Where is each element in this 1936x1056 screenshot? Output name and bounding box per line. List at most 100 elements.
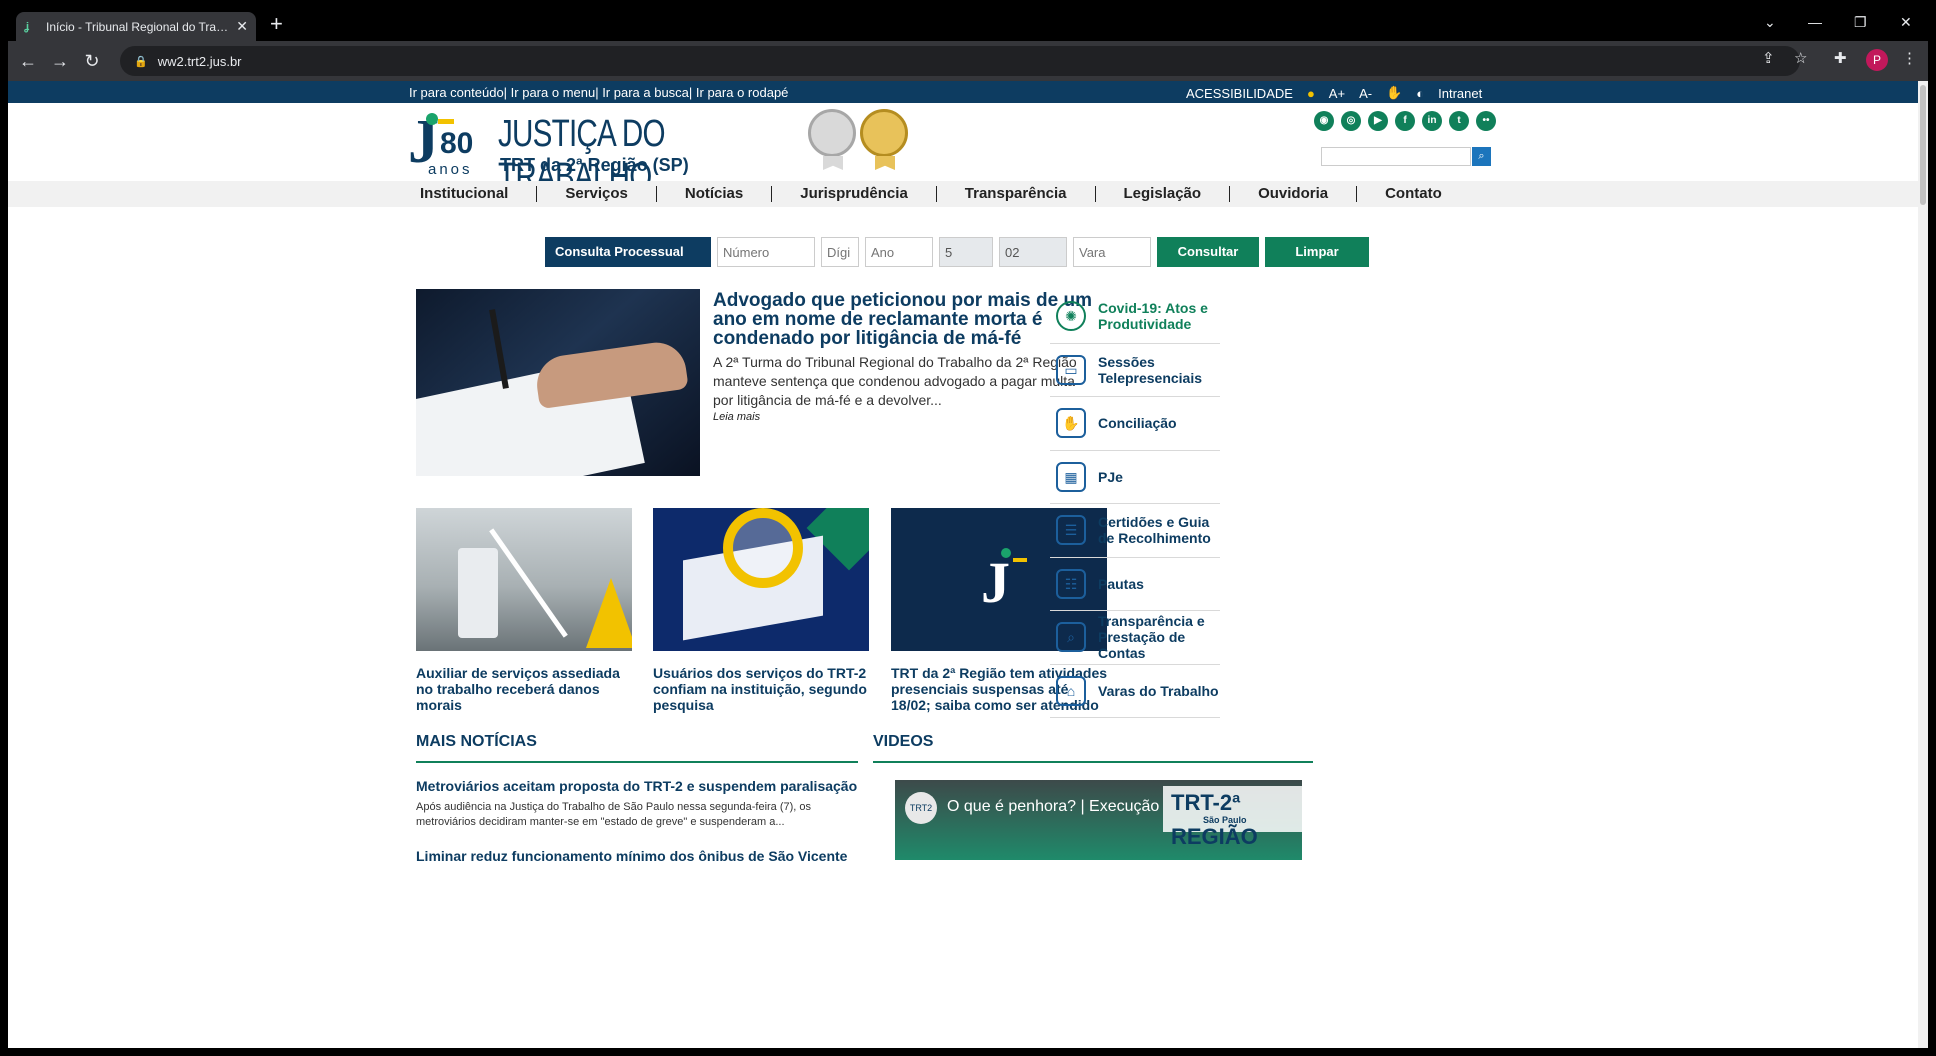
url-text: ww2.trt2.jus.br (157, 53, 242, 69)
nav-item-legislacao[interactable]: Legislação (1094, 186, 1230, 202)
virus-icon: ✺ (1056, 301, 1086, 332)
news-card[interactable]: Usuários dos serviços do TRT-2 confiam n… (653, 508, 869, 713)
lock-icon: 🔒 (134, 55, 148, 68)
tab-search-icon[interactable]: ⌄ (1764, 14, 1776, 31)
nav-item-transparencia[interactable]: Transparência (935, 186, 1095, 202)
sign-language-icon[interactable]: ✋ (1386, 85, 1402, 101)
news-list-summary: Após audiência na Justiça do Trabalho de… (416, 801, 812, 828)
site-favicon-icon: ʝ (24, 20, 30, 33)
building-icon: ⌂ (1056, 675, 1086, 706)
extensions-icon[interactable]: ✚ (1834, 49, 1847, 67)
font-decrease-button[interactable]: A- (1359, 86, 1372, 101)
close-window-button[interactable]: ✕ (1900, 14, 1912, 31)
process-search-form: Consulta Processual Consultar Limpar (545, 237, 1369, 267)
quick-link-pautas[interactable]: ☷ Pautas (1050, 558, 1220, 611)
logo-anos: anos (428, 161, 473, 178)
tab-title: Início - Tribunal Regional do Trabalho (46, 19, 229, 34)
consultar-button[interactable]: Consultar (1157, 237, 1259, 267)
info-icon[interactable]: ● (1307, 86, 1315, 101)
contrast-icon[interactable]: ◐ (1416, 86, 1424, 101)
videos-heading: VIDEOS (873, 733, 1313, 763)
skip-links[interactable]: Ir para conteúdo| Ir para o menu| Ir par… (409, 85, 788, 100)
numero-field[interactable] (717, 237, 815, 267)
nav-item-contato[interactable]: Contato (1356, 186, 1470, 202)
menu-kebab-icon[interactable]: ⋮ (1902, 49, 1917, 67)
profile-avatar[interactable]: P (1866, 49, 1888, 71)
video-brand: TRT-2ª REGIÃO São Paulo (1163, 786, 1302, 849)
nav-item-jurisprudencia[interactable]: Jurisprudência (771, 186, 936, 202)
browser-tab[interactable]: ʝ Início - Tribunal Regional do Trabalho… (16, 12, 256, 41)
news-card[interactable]: Auxiliar de serviços assediada no trabal… (416, 508, 632, 713)
scrollbar[interactable] (1918, 81, 1928, 1048)
video-title[interactable]: O que é penhora? | Execução (947, 798, 1159, 816)
flickr-icon[interactable]: •• (1476, 111, 1496, 131)
main-navigation: Institucional Serviços Notícias Jurispru… (8, 181, 1918, 207)
justica-field (939, 237, 993, 267)
main-news-image[interactable] (416, 289, 700, 476)
news-card-image[interactable] (653, 508, 869, 651)
font-increase-button[interactable]: A+ (1329, 86, 1345, 101)
search-icon[interactable]: ⌕ (1472, 147, 1491, 166)
rss-icon[interactable]: ◉ (1314, 111, 1334, 131)
intranet-link[interactable]: Intranet (1438, 86, 1482, 101)
main-news-headline[interactable]: Advogado que peticionou por mais de um a… (713, 291, 1103, 348)
quick-link-certidoes[interactable]: ☰ Certidões e Guia de Recolhimento (1050, 504, 1220, 558)
process-search-label: Consulta Processual (545, 237, 711, 267)
logo-dot (426, 113, 438, 125)
reload-icon[interactable]: ↻ (76, 51, 108, 72)
quick-link-sessoes[interactable]: ▭ Sessões Telepresenciais (1050, 344, 1220, 397)
video-player[interactable]: TRT2 O que é penhora? | Execução TRT-2ª … (895, 780, 1302, 860)
close-tab-icon[interactable]: ✕ (236, 18, 248, 35)
youtube-icon[interactable]: ▶ (1368, 111, 1388, 131)
quick-links: ✺ Covid-19: Atos e Produtividade ▭ Sessões… (1050, 290, 1220, 718)
search-input[interactable] (1321, 147, 1471, 166)
news-card-image[interactable] (416, 508, 632, 651)
digito-field[interactable] (821, 237, 859, 267)
monitor-search-icon: ⌕ (1056, 622, 1086, 653)
nav-item-noticias[interactable]: Notícias (655, 186, 771, 202)
quick-link-varas[interactable]: ⌂ Varas do Trabalho (1050, 665, 1220, 718)
quick-link-covid[interactable]: ✺ Covid-19: Atos e Produtividade (1050, 290, 1220, 344)
logo-bar (438, 119, 454, 124)
nav-item-servicos[interactable]: Serviços (536, 186, 656, 202)
site-logo[interactable]: J 80 anos JUSTIÇA DO TRABALHO TRT da 2ª … (408, 111, 788, 198)
news-list-title[interactable]: Metroviários aceitam proposta do TRT-2 e… (416, 778, 857, 794)
channel-avatar[interactable]: TRT2 (905, 792, 937, 824)
silver-seal-icon (808, 109, 856, 170)
scrollbar-thumb[interactable] (1920, 85, 1926, 205)
quick-link-transparencia[interactable]: ⌕ Transparência e Prestação de Contas (1050, 611, 1220, 665)
restore-button[interactable]: ❐ (1854, 14, 1867, 31)
ano-field[interactable] (865, 237, 933, 267)
nav-item-institucional[interactable]: Institucional (408, 186, 536, 202)
limpar-button[interactable]: Limpar (1265, 237, 1369, 267)
share-icon[interactable]: ⇪ (1762, 49, 1775, 67)
browser-toolbar: ← → ↻ 🔒 ww2.trt2.jus.br ⇪ ☆ ✚ P ⋮ (8, 41, 1928, 81)
tribunal-field (999, 237, 1067, 267)
accessibility-bar: Ir para conteúdo| Ir para o menu| Ir par… (8, 81, 1918, 103)
read-more-link[interactable]: Leia mais (713, 411, 760, 423)
nav-item-ouvidoria[interactable]: Ouvidoria (1229, 186, 1356, 202)
news-card-caption[interactable]: Usuários dos serviços do TRT-2 confiam n… (653, 665, 869, 713)
accessibility-link[interactable]: ACESSIBILIDADE (1186, 86, 1293, 101)
news-list-title[interactable]: Liminar reduz funcionamento mínimo dos ô… (416, 848, 847, 864)
linkedin-icon[interactable]: in (1422, 111, 1442, 131)
vara-field[interactable] (1073, 237, 1151, 267)
new-tab-button[interactable]: + (270, 13, 283, 35)
minimize-button[interactable]: — (1808, 14, 1822, 30)
page-viewport: Ir para conteúdo| Ir para o menu| Ir par… (8, 81, 1918, 1048)
browser-window: ʝ Início - Tribunal Regional do Trabalho… (8, 8, 1928, 1048)
instagram-icon[interactable]: ◎ (1341, 111, 1361, 131)
back-icon[interactable]: ← (12, 51, 44, 72)
quick-link-pje[interactable]: ▦ PJe (1050, 451, 1220, 504)
gold-seal-icon (860, 109, 908, 170)
forward-icon[interactable]: → (44, 51, 76, 72)
address-bar[interactable]: 🔒 ww2.trt2.jus.br (120, 46, 1800, 76)
news-card-caption[interactable]: Auxiliar de serviços assediada no trabal… (416, 665, 632, 713)
video-conference-icon: ▭ (1056, 354, 1086, 385)
certificate-icon: ☰ (1056, 515, 1086, 546)
facebook-icon[interactable]: f (1395, 111, 1415, 131)
bookmark-star-icon[interactable]: ☆ (1794, 49, 1807, 67)
quick-link-conciliacao[interactable]: ✋ Conciliação (1050, 397, 1220, 451)
mais-noticias-heading: MAIS NOTÍCIAS (416, 733, 858, 763)
twitter-icon[interactable]: t (1449, 111, 1469, 131)
